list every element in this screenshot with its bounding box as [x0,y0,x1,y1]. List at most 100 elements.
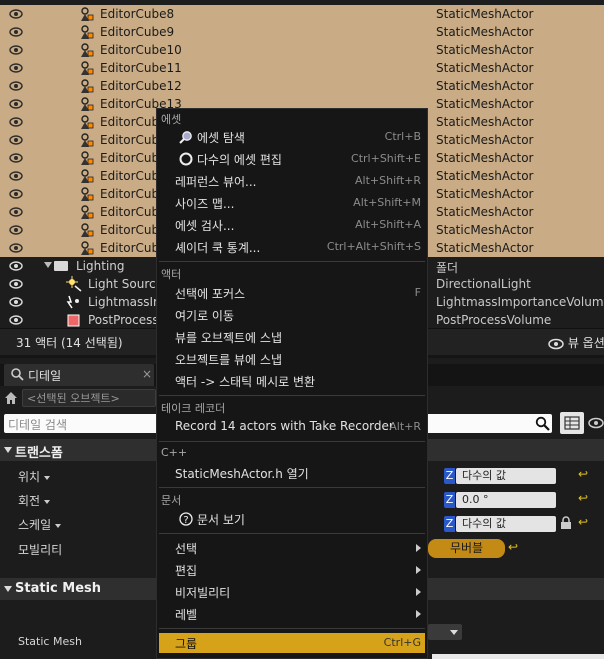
selected-objects-dropdown[interactable]: <선택된 오브젝트> [22,389,156,407]
svg-text:?: ? [183,515,188,526]
menu-item-size-map[interactable]: 사이즈 맵... Alt+Shift+M [159,193,425,213]
scale-z-axis-label: Z [444,516,455,532]
visibility-eye-icon[interactable] [9,188,23,200]
eye-icon[interactable] [588,416,604,430]
submenu-arrow-icon [416,588,421,596]
menu-item-label: 문서 보기 [197,513,245,527]
outliner-item-name: Lighting [76,259,125,273]
visibility-eye-icon[interactable] [9,152,23,164]
collapse-arrow-icon [4,447,12,453]
menu-item-snap-view-to-object[interactable]: 뷰를 오브젝트에 스냅 [159,327,425,347]
static-mesh-actor-icon [81,169,94,183]
property-matrix-button[interactable] [560,412,584,434]
visibility-eye-icon[interactable] [9,206,23,218]
visibility-eye-icon[interactable] [9,98,23,110]
menu-shortcut: Ctrl+B [384,130,421,143]
visibility-eye-icon[interactable] [9,44,23,56]
location-z-field[interactable]: 다수의 값 [456,468,556,484]
location-label[interactable]: 위치 [18,468,51,485]
reset-arrow-icon[interactable]: ↩ [578,467,588,481]
outliner-item-type: StaticMeshActor [436,205,534,219]
static-mesh-actor-icon [81,241,94,255]
outliner-row[interactable]: EditorCube11 StaticMeshActor [0,59,604,77]
menu-shortcut: Ctrl+G [383,636,421,649]
static-mesh-dropdown[interactable] [428,624,462,640]
view-options-button[interactable]: 뷰 옵션 [548,334,604,351]
outliner-item-type: StaticMeshActor [436,187,534,201]
menu-item-view-docs[interactable]: ? 문서 보기 [159,509,425,529]
mobility-movable-toggle[interactable]: 무버블 [428,539,505,558]
visibility-eye-icon[interactable] [9,224,23,236]
visibility-eye-icon[interactable] [9,62,23,74]
scale-label-text: 스케일 [18,518,52,532]
scale-z-field[interactable]: 다수의 값 [456,516,556,532]
menu-item-snap-object-to-view[interactable]: 오브젝트를 뷰에 스냅 [159,349,425,369]
outliner-item-type: StaticMeshActor [436,61,534,75]
visibility-eye-icon[interactable] [9,260,23,272]
collapse-arrow-icon [4,586,12,592]
visibility-eye-icon[interactable] [9,80,23,92]
visibility-eye-icon[interactable] [9,26,23,38]
static-mesh-actor-icon [81,151,94,165]
context-menu: 에셋 에셋 탐색 Ctrl+B 다수의 에셋 편집 Ctrl+Shift+E 레… [156,108,428,659]
reset-arrow-icon[interactable]: ↩ [508,540,518,554]
outliner-item-name: EditorCube10 [100,43,182,57]
outliner-row[interactable]: EditorCube9 StaticMeshActor [0,23,604,41]
home-icon[interactable] [4,391,18,405]
menu-item-convert-to-static-mesh[interactable]: 액터 -> 스태틱 메시로 변환 [159,371,425,391]
menu-item-group[interactable]: 그룹 Ctrl+G [159,633,425,653]
rotation-z-field[interactable]: 0.0 ° [456,492,556,508]
static-mesh-label: Static Mesh [18,635,82,648]
menu-item-focus-selection[interactable]: 선택에 포커스 F [159,283,425,303]
outliner-item-type: 폴더 [436,261,459,275]
menu-item-record-take[interactable]: Record 14 actors with Take Recorder Alt+… [159,417,425,437]
menu-item-visibility[interactable]: 비저빌리티 [159,582,425,602]
visibility-eye-icon[interactable] [9,134,23,146]
visibility-eye-icon[interactable] [9,8,23,20]
scale-label[interactable]: 스케일 [18,516,62,533]
outliner-row[interactable]: EditorCube10 StaticMeshActor [0,41,604,59]
static-mesh-actor-icon [81,97,94,111]
tab-details[interactable]: 디테일 × [4,364,154,386]
visibility-eye-icon[interactable] [9,296,23,308]
menu-item-edit[interactable]: 편집 [159,560,425,580]
lock-icon[interactable] [560,516,572,530]
static-mesh-actor-icon [81,25,94,39]
expand-arrow-icon[interactable] [44,262,52,268]
reset-arrow-icon[interactable]: ↩ [578,515,588,529]
rotation-label[interactable]: 회전 [18,492,51,509]
outliner-item-name: EditorCube11 [100,61,182,75]
menu-item-label: Record 14 actors with Take Recorder [175,419,394,433]
reset-arrow-icon[interactable]: ↩ [578,491,588,505]
menu-item-asset-browse[interactable]: 에셋 탐색 Ctrl+B [159,127,425,147]
outliner-row[interactable]: EditorCube8 StaticMeshActor [0,5,604,23]
directional-light-icon [66,276,82,292]
close-icon[interactable]: × [142,367,152,381]
search-icon [179,131,192,144]
visibility-eye-icon[interactable] [9,242,23,254]
menu-item-label: 선택 [175,542,198,556]
visibility-eye-icon[interactable] [9,278,23,290]
outliner-item-type: StaticMeshActor [436,133,534,147]
asset-thumbnail[interactable] [432,654,604,659]
menu-item-shader-stats[interactable]: 셰이더 쿡 통계... Ctrl+Alt+Shift+S [159,237,425,257]
menu-item-asset-audit[interactable]: 에셋 검사... Alt+Shift+A [159,215,425,235]
submenu-arrow-icon [416,566,421,574]
visibility-eye-icon[interactable] [9,170,23,182]
menu-item-multi-edit[interactable]: 다수의 에셋 편집 Ctrl+Shift+E [159,149,425,169]
static-mesh-actor-icon [81,79,94,93]
folder-icon [54,261,68,271]
visibility-eye-icon[interactable] [9,116,23,128]
outliner-row[interactable]: EditorCube12 StaticMeshActor [0,77,604,95]
menu-item-reference-viewer[interactable]: 레퍼런스 뷰어... Alt+Shift+R [159,171,425,191]
menu-item-label: 에셋 검사... [175,219,235,233]
submenu-arrow-icon [416,544,421,552]
outliner-item-name: Light Source [88,277,163,291]
menu-item-move-here[interactable]: 여기로 이동 [159,305,425,325]
outliner-item-type: PostProcessVolume [436,313,552,327]
visibility-eye-icon[interactable] [9,314,23,326]
menu-item-open-header[interactable]: StaticMeshActor.h 열기 [159,463,425,483]
outliner-item-name: EditorCube12 [100,79,182,93]
menu-item-level[interactable]: 레벨 [159,604,425,624]
menu-item-select[interactable]: 선택 [159,538,425,558]
